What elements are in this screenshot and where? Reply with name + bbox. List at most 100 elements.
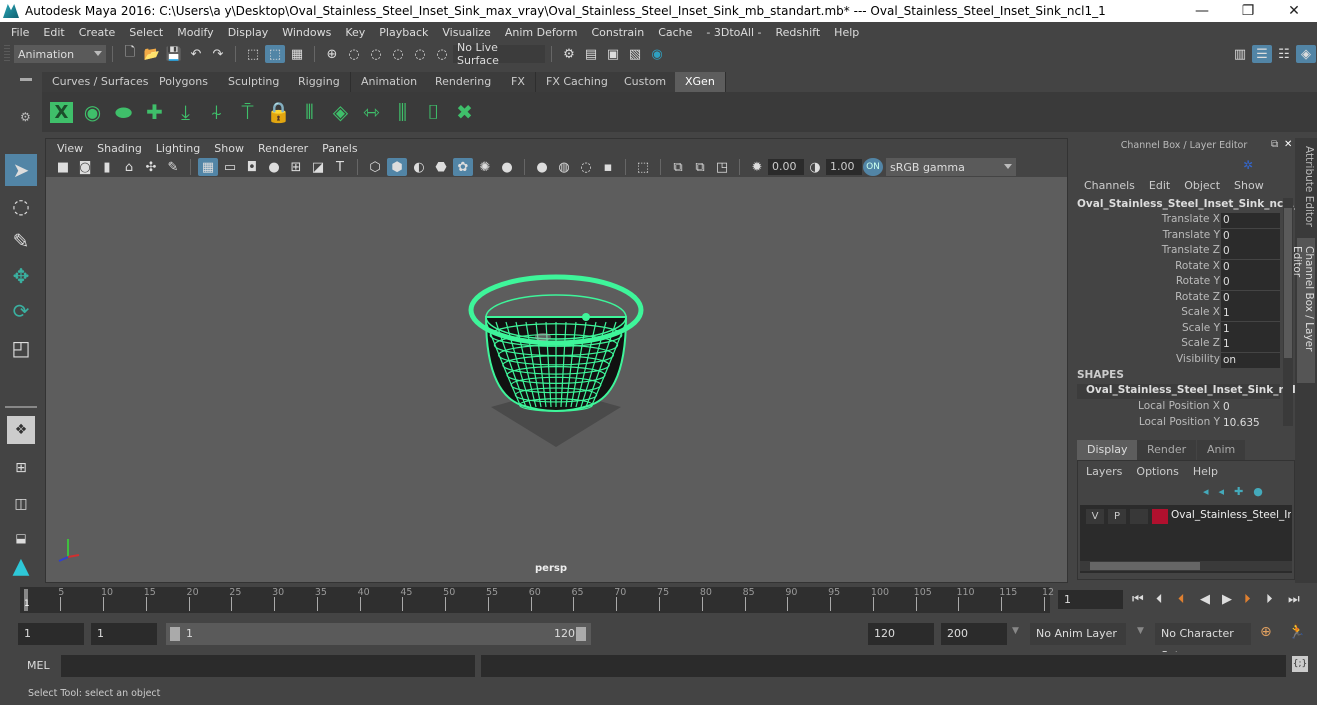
time-ruler[interactable]: 1 5 10 15 20 25 30 35 40 45 50 55 60 65 70 75 80 85 90 95 10… <box>20 587 1054 613</box>
move-tool-icon[interactable]: ✥ <box>5 260 37 292</box>
channel-row[interactable]: Local Position X 0 <box>1073 400 1280 415</box>
resolution-gate-icon[interactable]: ◘ <box>242 158 262 176</box>
select-guide-icon[interactable]: ⫼ <box>388 96 417 128</box>
side-by-side-layout-icon[interactable]: ◫ <box>5 488 37 520</box>
color-space-dropdown[interactable]: sRGB gamma <box>886 158 1016 176</box>
render-settings-icon[interactable]: ⚙ <box>559 45 579 63</box>
channel-row[interactable]: Rotate Y0 <box>1073 275 1280 290</box>
channel-value[interactable]: 1 <box>1221 306 1280 321</box>
channel-row[interactable]: Visibility on <box>1073 352 1280 368</box>
add-guides-icon[interactable]: ⍭ <box>202 96 231 128</box>
menuset-dropdown[interactable]: Animation <box>14 45 106 63</box>
xgen-window-icon[interactable]: X <box>47 96 76 128</box>
channel-value[interactable]: 0 <box>1221 275 1280 290</box>
snap-grid-icon[interactable]: ⊕ <box>322 45 342 63</box>
select-component-icon[interactable]: ▦ <box>287 45 307 63</box>
smooth-shade-icon[interactable]: ⬢ <box>387 158 407 176</box>
shape-name[interactable]: Oval_Stainless_Steel_Inset_Sink_ncl1... <box>1077 384 1315 399</box>
chevron-down-icon[interactable]: ▼ <box>1137 626 1144 636</box>
layer-menu-options[interactable]: Options <box>1136 465 1178 478</box>
rotate-tool-icon[interactable]: ⟳ <box>5 295 37 327</box>
tab-render[interactable]: Render <box>1137 440 1197 460</box>
tab-animation[interactable]: Animation <box>351 72 429 92</box>
mel-label[interactable]: MEL <box>27 659 50 672</box>
menu-help[interactable]: Help <box>827 26 866 39</box>
attribute-editor-tab[interactable]: Attribute Editor <box>1297 138 1315 228</box>
2d-pan-zoom-icon[interactable]: ✣ <box>141 158 161 176</box>
menu-file[interactable]: File <box>4 26 36 39</box>
lock-guide-icon[interactable]: 🔒 <box>264 96 293 128</box>
menu-constrain[interactable]: Constrain <box>584 26 651 39</box>
cb-menu-edit[interactable]: Edit <box>1149 179 1170 192</box>
anim-layer-dropdown[interactable]: No Anim Layer <box>1030 623 1126 645</box>
menu-display[interactable]: Display <box>221 26 276 39</box>
layer-color-swatch[interactable] <box>1152 509 1168 524</box>
xray-active-icon[interactable]: ◳ <box>712 158 732 176</box>
menu-key[interactable]: Key <box>338 26 372 39</box>
auto-key-icon[interactable]: ⊕ <box>1260 624 1272 640</box>
animation-preferences-icon[interactable]: 🏃 <box>1288 624 1305 640</box>
depth-of-field-icon[interactable]: ▪ <box>598 158 618 176</box>
snap-view-plane-icon[interactable]: ◌ <box>388 45 408 63</box>
go-to-start-icon[interactable]: ⏮ <box>1132 592 1144 607</box>
layer-playback-toggle[interactable]: P <box>1108 509 1126 524</box>
chevron-down-icon[interactable]: ▼ <box>1012 626 1019 636</box>
viewport-menu-view[interactable]: View <box>50 142 90 155</box>
live-surface-field[interactable]: No Live Surface <box>453 41 545 67</box>
normalize-guides-icon[interactable]: ⇿ <box>357 96 386 128</box>
layer-name[interactable]: Oval_Stainless_Steel_Inse <box>1171 509 1291 521</box>
shelf-settings-icon[interactable]: ⚙ <box>20 110 31 124</box>
tab-polygons[interactable]: Polygons <box>149 72 219 92</box>
tab-rigging[interactable]: Rigging <box>288 72 351 92</box>
tab-sculpting[interactable]: Sculpting <box>218 72 291 92</box>
textured-icon[interactable]: ✿ <box>453 158 473 176</box>
layer-display-type-toggle[interactable] <box>1130 509 1148 524</box>
channel-value[interactable]: 1 <box>1221 321 1280 337</box>
shelf-menu-icon[interactable] <box>20 78 32 81</box>
wireframe-icon[interactable]: ⬡ <box>365 158 385 176</box>
menu-anim-deform[interactable]: Anim Deform <box>498 26 585 39</box>
place-guide-icon[interactable]: ⤓ <box>171 96 200 128</box>
tab-custom[interactable]: Custom <box>614 72 678 92</box>
tab-anim[interactable]: Anim <box>1197 440 1246 460</box>
grease-pencil-icon[interactable]: ✎ <box>163 158 183 176</box>
open-scene-icon[interactable]: 📂 <box>142 45 162 63</box>
xray-joints-icon[interactable]: ⧉ <box>690 158 710 176</box>
layer-hscrollbar[interactable] <box>1080 561 1292 571</box>
channel-row[interactable]: Scale X1 <box>1073 306 1280 321</box>
channel-value[interactable]: 0 <box>1221 400 1280 415</box>
layer-menu-layers[interactable]: Layers <box>1086 465 1122 478</box>
range-bar[interactable]: 1 120 <box>166 623 591 645</box>
menu-edit[interactable]: Edit <box>36 26 71 39</box>
play-backward-icon[interactable]: ◀ <box>1200 592 1210 607</box>
render-frame-icon[interactable]: ▤ <box>581 45 601 63</box>
new-layer-icon[interactable]: ✚ <box>1234 485 1243 498</box>
layer-visibility-toggle[interactable]: V <box>1086 509 1104 524</box>
cb-menu-object[interactable]: Object <box>1184 179 1220 192</box>
image-plane-icon[interactable]: ⌂ <box>119 158 139 176</box>
gamma-field[interactable]: 1.00 <box>826 159 862 175</box>
viewport-canvas[interactable]: persp <box>46 177 1067 582</box>
channel-value[interactable]: 0 <box>1221 259 1280 275</box>
range-end-handle[interactable] <box>576 627 586 641</box>
scrollbar-thumb[interactable] <box>1090 562 1200 570</box>
use-default-material-icon[interactable]: ◐ <box>409 158 429 176</box>
guide-sculpt-icon[interactable]: ⍑ <box>233 96 262 128</box>
four-pane-layout-icon[interactable]: ⊞ <box>5 452 37 484</box>
safe-action-icon[interactable]: ◪ <box>308 158 328 176</box>
menu-3dtoall[interactable]: - 3DtoAll - <box>699 26 768 39</box>
channel-box-toggle-icon[interactable]: ◈ <box>1296 45 1316 63</box>
menu-cache[interactable]: Cache <box>651 26 699 39</box>
channel-value[interactable]: 0 <box>1221 213 1280 228</box>
menu-visualize[interactable]: Visualize <box>435 26 497 39</box>
save-scene-icon[interactable]: 💾 <box>164 45 184 63</box>
snap-point-icon[interactable]: ◌ <box>366 45 386 63</box>
channel-row[interactable]: Local Position Y 10.635 <box>1073 416 1280 431</box>
move-layer-down-icon[interactable]: ◂ <box>1219 485 1225 498</box>
playback-start-field[interactable]: 1 <box>91 623 157 645</box>
tab-rendering[interactable]: Rendering <box>425 72 503 92</box>
select-hierarchy-icon[interactable]: ⬚ <box>243 45 263 63</box>
snap-live-icon[interactable]: ◌ <box>432 45 452 63</box>
select-tool-icon[interactable]: ➤ <box>5 154 37 186</box>
manipulator-icon[interactable]: ✲ <box>1243 158 1253 172</box>
